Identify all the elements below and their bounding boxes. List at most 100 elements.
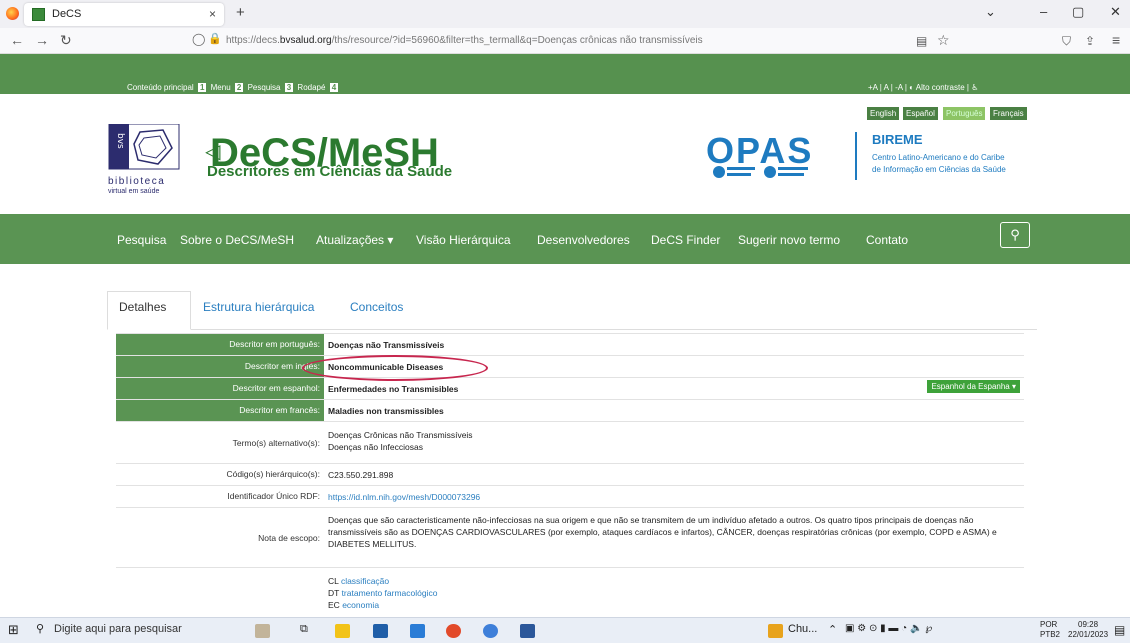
tracking-shield-icon[interactable]: ◯ bbox=[192, 32, 205, 46]
firefox-taskbar-icon[interactable] bbox=[446, 624, 461, 638]
qualifier-link[interactable]: tratamento farmacológico bbox=[342, 588, 438, 598]
tab-detalhes[interactable]: Detalhes bbox=[119, 300, 166, 314]
row-value: Maladies non transmissibles bbox=[328, 406, 444, 416]
lang-portugues[interactable]: Português bbox=[943, 107, 986, 120]
task-view-icon[interactable]: ⧉ bbox=[300, 623, 308, 636]
search-icon: ⚲ bbox=[1010, 227, 1020, 242]
menu-visao-hierarquica[interactable]: Visão Hierárquica bbox=[416, 233, 511, 247]
table-row: Nota de escopo: Doenças que são caracter… bbox=[116, 507, 1024, 567]
tray-chevron-icon[interactable]: ⌃ bbox=[828, 623, 837, 636]
table-row: Descritor em espanhol: Enfermedades no T… bbox=[116, 377, 1024, 399]
share-icon[interactable]: ⇪ bbox=[1085, 34, 1095, 48]
row-label: Descritor em francês: bbox=[116, 400, 324, 421]
row-value: C23.550.291.898 bbox=[328, 470, 394, 480]
table-row: Descritor em inglês: Noncommunicable Dis… bbox=[116, 355, 1024, 377]
pocket-icon[interactable]: ⛉ bbox=[1062, 34, 1071, 49]
maximize-button[interactable]: ▢ bbox=[1072, 4, 1084, 20]
menu-sugerir-termo[interactable]: Sugerir novo termo bbox=[738, 233, 840, 247]
language-indicator[interactable]: POR PTB2 bbox=[1040, 620, 1060, 640]
tab-estrutura-hierarquica[interactable]: Estrutura hierárquica bbox=[203, 300, 314, 314]
reload-icon[interactable]: ↻ bbox=[60, 32, 72, 49]
list-tabs-icon[interactable]: ⌄ bbox=[985, 4, 996, 20]
decs-subtitle: Descritores em Ciências da Saúde bbox=[207, 163, 453, 180]
lang-francais[interactable]: Français bbox=[990, 107, 1027, 120]
minimize-button[interactable]: – bbox=[1040, 4, 1047, 19]
skip-link-footer[interactable]: Rodapé 4 bbox=[297, 83, 340, 92]
row-label: Identificador Único RDF: bbox=[227, 491, 320, 501]
url-text[interactable]: https://decs.bvsalud.org/ths/resource/?i… bbox=[226, 35, 703, 46]
table-row: Descritor em francês: Maladies non trans… bbox=[116, 399, 1024, 421]
svg-text:bvs: bvs bbox=[115, 133, 125, 149]
qualifier-link[interactable]: economia bbox=[342, 600, 379, 610]
row-label: Descritor em português: bbox=[116, 334, 324, 355]
table-row: Identificador Único RDF: https://id.nlm.… bbox=[116, 485, 1024, 507]
bvs-logo-icon[interactable]: bvs bbox=[108, 124, 180, 170]
skip-link-menu[interactable]: Menu 2 bbox=[211, 83, 246, 92]
tab-conceitos[interactable]: Conceitos bbox=[350, 300, 403, 314]
url-bar[interactable]: ◯ 🔒 https://decs.bvsalud.org/ths/resourc… bbox=[190, 31, 950, 51]
file-explorer-icon[interactable] bbox=[335, 624, 350, 638]
row-label: Código(s) hierárquico(s): bbox=[226, 469, 320, 479]
row-label bbox=[116, 568, 324, 617]
menu-desenvolvedores[interactable]: Desenvolvedores bbox=[537, 233, 630, 247]
row-label: Descritor em inglês: bbox=[116, 356, 324, 377]
row-value: Enfermedades no Transmisibles bbox=[328, 384, 459, 394]
menu-contato[interactable]: Contato bbox=[866, 233, 908, 247]
menu-icon[interactable]: ≡ bbox=[1112, 32, 1120, 48]
highlight-circle-annotation bbox=[302, 355, 488, 381]
accessibility-links: Conteúdo principal 1 Menu 2 Pesquisa 3 R… bbox=[127, 83, 340, 92]
back-icon[interactable]: ← bbox=[10, 32, 24, 48]
search-button[interactable]: ⚲ bbox=[1000, 222, 1030, 248]
chrome-warning-icon[interactable] bbox=[768, 624, 783, 638]
qualifier-link[interactable]: classificação bbox=[341, 576, 389, 586]
font-size-contrast-controls[interactable]: +A | A | -A | ◐ Alto contraste | ♿ bbox=[868, 83, 978, 92]
tray-icons[interactable]: ▣ ⚙ ⊙ ▮ ▬ ◔ 🔈 ℘ bbox=[845, 623, 932, 634]
windows-start-icon[interactable]: ⊞ bbox=[8, 622, 19, 638]
bireme-divider bbox=[855, 132, 857, 180]
table-row: Código(s) hierárquico(s): C23.550.291.89… bbox=[116, 463, 1024, 485]
row-value: Doenças que são caracteristicamente não-… bbox=[328, 515, 997, 549]
lock-icon[interactable]: 🔒 bbox=[208, 32, 222, 45]
menu-sobre[interactable]: Sobre o DeCS/MeSH bbox=[180, 233, 294, 247]
row-value: Doenças Crônicas não Transmissíveis Doen… bbox=[328, 430, 473, 452]
browser-nav-bar: ← → ↻ ◯ 🔒 https://decs.bvsalud.org/ths/r… bbox=[0, 28, 1130, 54]
forward-icon[interactable]: → bbox=[35, 32, 49, 48]
browser-tab[interactable]: DeCS × bbox=[24, 3, 224, 26]
menu-decs-finder[interactable]: DeCS Finder bbox=[651, 233, 720, 247]
windows-taskbar: ⊞ ⚲ Digite aqui para pesquisar ⧉ Chu... … bbox=[0, 617, 1130, 643]
lang-english[interactable]: English bbox=[867, 107, 900, 120]
row-value: Doenças não Transmissíveis bbox=[328, 340, 445, 350]
bookmark-star-icon[interactable]: ☆ bbox=[937, 32, 950, 49]
firefox-icon[interactable] bbox=[6, 7, 19, 20]
skip-link-search[interactable]: Pesquisa 3 bbox=[248, 83, 296, 92]
skip-link-content[interactable]: Conteúdo principal 1 bbox=[127, 83, 208, 92]
reader-view-icon[interactable]: ▤ bbox=[916, 34, 927, 48]
taskbar-search-box[interactable]: Digite aqui para pesquisar bbox=[54, 623, 182, 635]
store-icon[interactable] bbox=[373, 624, 388, 638]
taskbar-search-icon[interactable]: ⚲ bbox=[36, 622, 44, 635]
word-icon[interactable] bbox=[520, 624, 535, 638]
spanish-variant-dropdown[interactable]: Espanhol da Espanha ▾ bbox=[927, 380, 1020, 393]
bireme-subtitle: Centro Latino-Americano e do Caribe de I… bbox=[872, 153, 1006, 174]
menu-pesquisa[interactable]: Pesquisa bbox=[117, 233, 166, 247]
table-row: CL classificação DT tratamento farmacoló… bbox=[116, 567, 1024, 617]
row-value: https://id.nlm.nih.gov/mesh/D000073296 bbox=[328, 491, 1020, 503]
decs-favicon-icon bbox=[32, 8, 45, 21]
cortana-illustration-icon bbox=[255, 624, 270, 638]
bireme-logo[interactable]: BIREME bbox=[872, 132, 923, 147]
lang-espanol[interactable]: Español bbox=[903, 107, 938, 120]
tab-close-icon[interactable]: × bbox=[209, 7, 216, 21]
paho-who-emblems-icon bbox=[713, 166, 808, 178]
menu-atualizacoes[interactable]: Atualizações ▾ bbox=[316, 233, 393, 247]
app-taskbar-icon[interactable] bbox=[483, 624, 498, 638]
new-tab-button[interactable]: + bbox=[236, 4, 245, 21]
bvs-logo-text: biblioteca bbox=[108, 176, 166, 187]
mail-icon[interactable] bbox=[410, 624, 425, 638]
table-row: Descritor em português: Doenças não Tran… bbox=[116, 333, 1024, 355]
rdf-link[interactable]: https://id.nlm.nih.gov/mesh/D000073296 bbox=[328, 492, 480, 502]
clock[interactable]: 09:28 22/01/2023 bbox=[1068, 620, 1108, 640]
notifications-icon[interactable]: ▤ bbox=[1114, 623, 1125, 637]
bvs-logo-subtext: virtual em saúde bbox=[108, 188, 160, 195]
close-window-button[interactable]: ✕ bbox=[1110, 4, 1121, 20]
chrome-taskbar-label[interactable]: Chu... bbox=[788, 623, 817, 635]
